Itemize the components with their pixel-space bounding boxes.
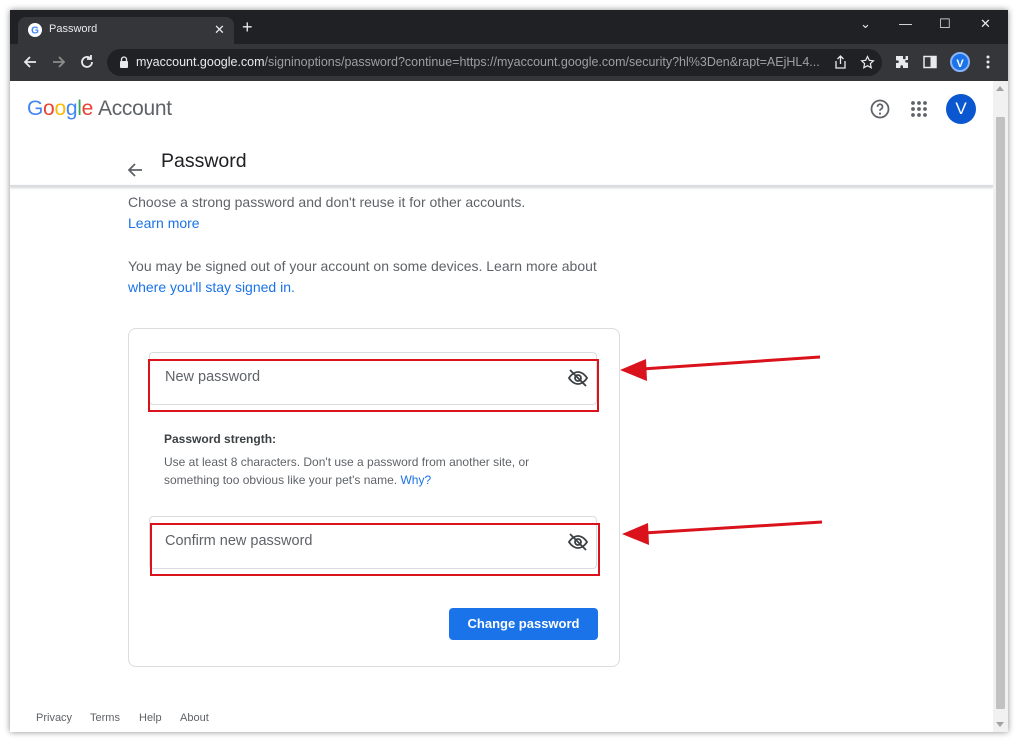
- arrow-to-new-password: [620, 355, 821, 381]
- arrow-to-confirm-password: [622, 520, 823, 545]
- annotation-arrows: [620, 355, 823, 545]
